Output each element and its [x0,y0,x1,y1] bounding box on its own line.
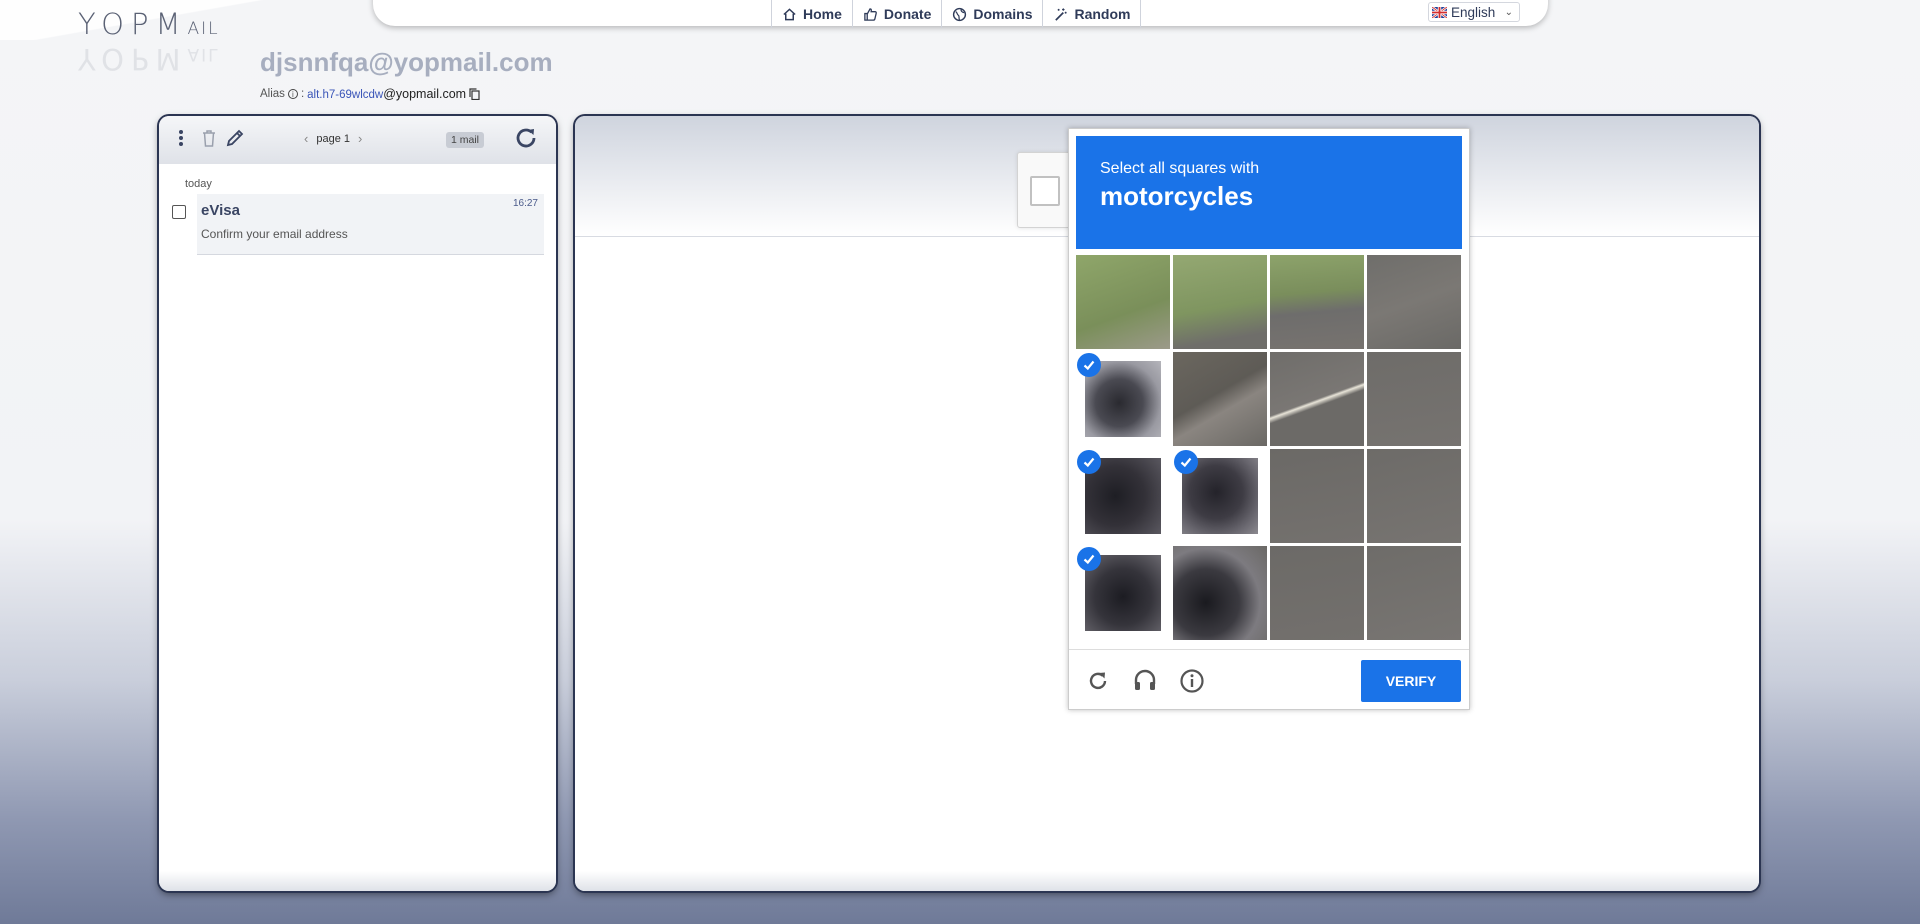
captcha-tile[interactable] [1076,352,1170,446]
more-vertical-icon[interactable] [178,128,184,148]
captcha-tile-image [1367,352,1461,446]
alias-label: Alias [260,88,285,100]
verify-button[interactable]: VERIFY [1361,660,1461,702]
pagination: ‹ page 1 › [304,131,362,146]
captcha-tile[interactable] [1173,352,1267,446]
next-page-icon[interactable]: › [358,131,362,146]
inbox-toolbar: ‹ page 1 › 1 mail [159,116,556,164]
chevron-down-icon: ⌄ [1504,6,1513,18]
alias-line: Alias i : alt.h7-69wlcdw@yopmail.com [260,87,480,101]
recaptcha-checkbox[interactable] [1030,176,1060,206]
language-select[interactable]: English ⌄ [1428,2,1520,22]
nav-random-label: Random [1074,6,1131,22]
nav-domains-label: Domains [973,6,1033,22]
nav-domains[interactable]: Domains [942,0,1044,28]
captcha-tile-image [1270,449,1364,543]
captcha-instruction-text: Select all squares with [1100,160,1260,177]
mail-count-badge: 1 mail [446,132,485,148]
mail-list-item[interactable]: eVisa Confirm your email address 16:27 [197,194,544,255]
checkmark-icon [1174,450,1198,474]
captcha-tile[interactable] [1076,546,1170,640]
captcha-image-grid [1076,255,1462,641]
mail-sender: eVisa [201,202,240,219]
captcha-tile[interactable] [1367,352,1461,446]
mail-checkbox[interactable] [172,205,186,219]
thumbs-up-icon [864,7,877,21]
reload-challenge-icon[interactable] [1085,668,1111,694]
mail-subject: Confirm your email address [201,227,348,241]
uk-flag-icon [1432,6,1447,18]
date-group-label: today [185,178,212,190]
alias-separator: : [300,88,305,100]
captcha-tile[interactable] [1367,546,1461,640]
captcha-tile-image [1367,255,1461,349]
recaptcha-challenge: Select all squares with motorcycles VERI… [1068,128,1470,710]
captcha-tile-image [1173,352,1267,446]
refresh-icon[interactable] [512,124,540,152]
captcha-tile[interactable] [1173,255,1267,349]
nav-donate[interactable]: Donate [853,0,943,28]
audio-challenge-icon[interactable] [1132,668,1158,694]
captcha-tile[interactable] [1173,449,1267,543]
captcha-tile[interactable] [1367,449,1461,543]
captcha-tile-image [1367,546,1461,640]
captcha-tile[interactable] [1076,449,1170,543]
page-label: page 1 [316,132,350,145]
globe-icon [953,7,967,21]
captcha-tile-image [1270,352,1364,446]
info-icon[interactable]: i [287,89,298,99]
inbox-panel: ‹ page 1 › 1 mail today eVisa Confirm yo… [159,116,556,891]
nav-random[interactable]: Random [1043,0,1142,28]
captcha-tile-image [1270,546,1364,640]
captcha-tile-image [1173,255,1267,349]
alias-user[interactable]: alt.h7-69wlcdw [307,89,383,101]
captcha-tile-image [1270,255,1364,349]
mail-viewer-footer [575,871,1759,891]
captcha-tile[interactable] [1270,546,1364,640]
nav-home[interactable]: Home [772,0,853,28]
mail-time: 16:27 [512,198,538,209]
captcha-tile[interactable] [1270,449,1364,543]
trash-icon[interactable] [201,128,217,148]
nav-donate-label: Donate [883,6,932,22]
captcha-tile[interactable] [1173,546,1267,640]
checkmark-icon [1077,547,1101,571]
alias-domain: @yopmail.com [383,87,467,101]
inbox-footer [159,871,556,891]
info-circle-icon[interactable] [1179,668,1205,694]
language-label: English [1451,4,1496,20]
captcha-tile-image [1173,546,1267,640]
captcha-footer: VERIFY [1069,649,1469,710]
compose-pencil-icon[interactable] [225,128,245,148]
nav-home-label: Home [803,6,842,22]
main-nav: Home Donate Domains Random [771,0,1142,28]
captcha-tile[interactable] [1076,255,1170,349]
captcha-instructions: Select all squares with motorcycles [1076,136,1462,249]
mailbox-address: djsnnfqa@yopmail.com [260,47,553,77]
captcha-tile[interactable] [1270,255,1364,349]
yopmail-logo[interactable]: YOPMAIL YOPMAIL [78,6,253,76]
captcha-tile-image [1076,255,1170,349]
captcha-tile[interactable] [1270,352,1364,446]
captcha-tile-image [1367,449,1461,543]
home-icon [783,7,796,20]
captcha-target-object: motorcycles [1100,181,1254,211]
logo-reflection: YOPMAIL [78,42,220,76]
prev-page-icon[interactable]: ‹ [304,131,308,146]
copy-icon[interactable] [469,88,480,100]
checkmark-icon [1077,450,1101,474]
captcha-tile[interactable] [1367,255,1461,349]
checkmark-icon [1077,353,1101,377]
magic-wand-icon [1055,7,1068,21]
